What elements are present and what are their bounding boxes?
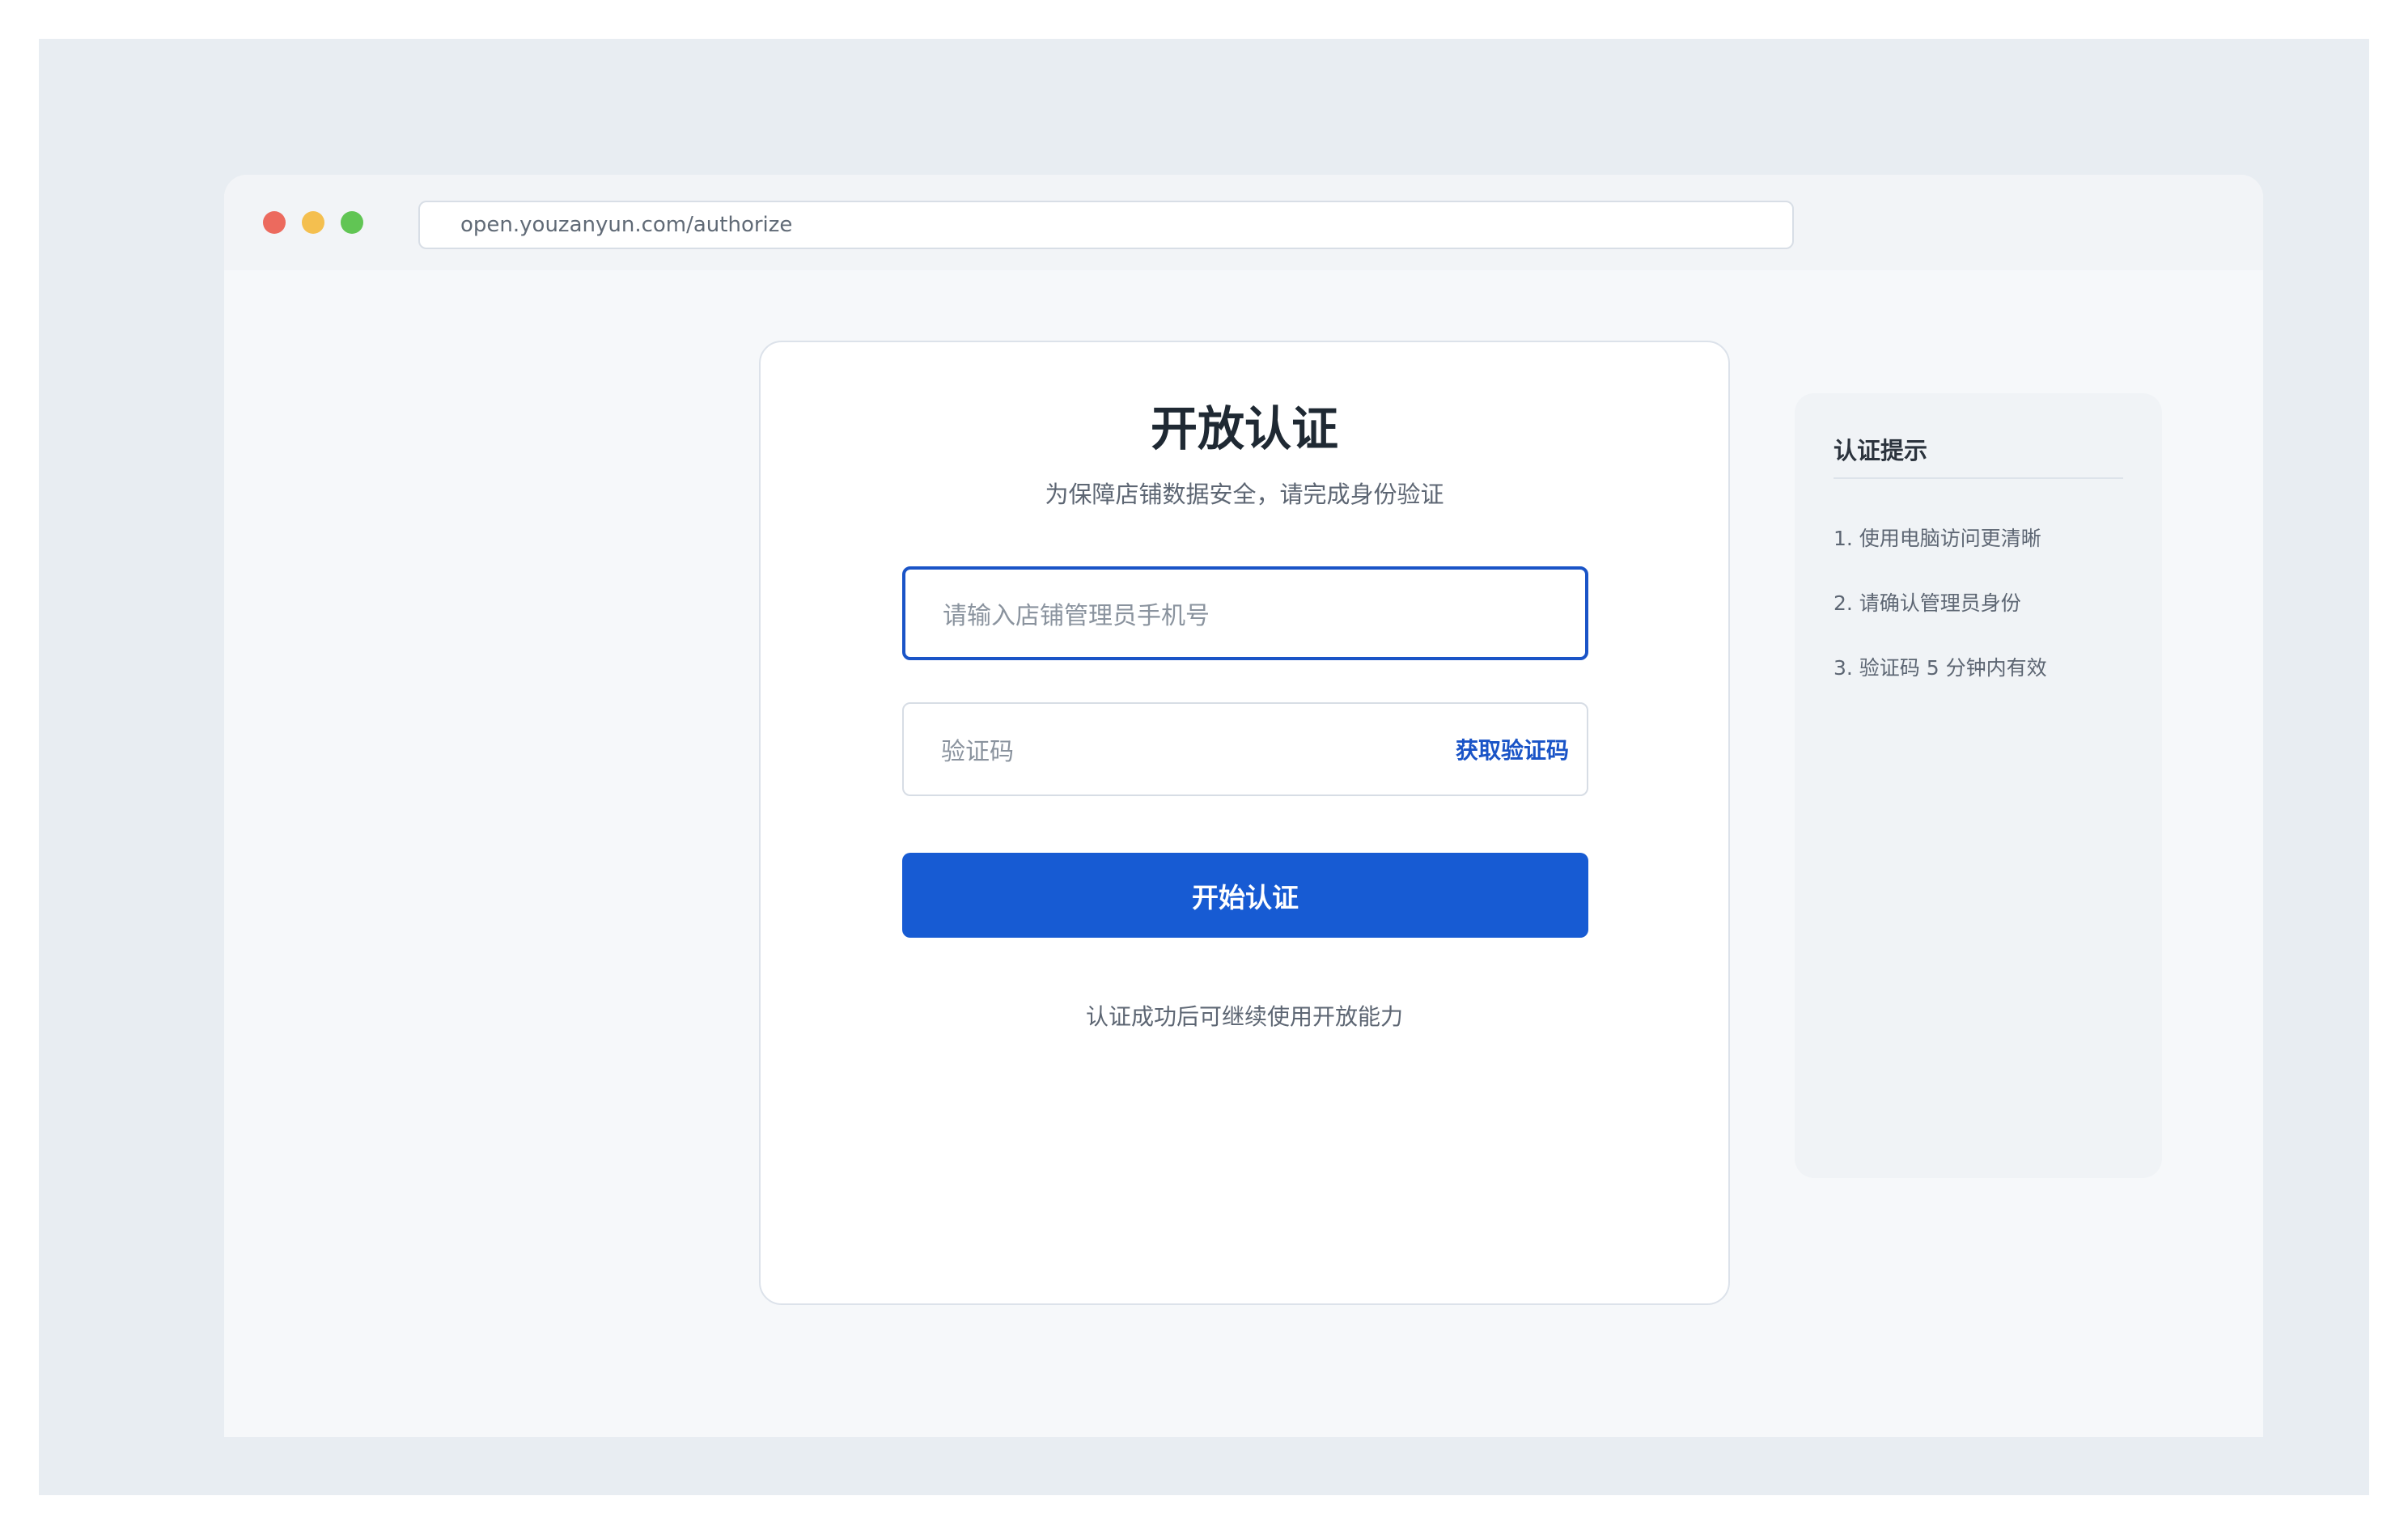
- page-title: 开放认证: [1150, 401, 1338, 456]
- start-auth-button[interactable]: 开始认证: [902, 853, 1588, 938]
- desktop-backdrop: open.youzanyun.com/authorize 开放认证 为保障店铺数…: [39, 39, 2369, 1495]
- phone-input[interactable]: 请输入店铺管理员手机号: [902, 566, 1588, 660]
- verification-code-input[interactable]: 验证码 获取验证码: [902, 702, 1588, 796]
- minimize-window-dot[interactable]: [302, 211, 324, 234]
- tip-item: 3. 验证码 5 分钟内有效: [1834, 656, 2047, 680]
- footnote-text: 认证成功后可继续使用开放能力: [1085, 1003, 1403, 1030]
- page-subtitle: 为保障店铺数据安全，请完成身份验证: [1045, 481, 1444, 508]
- tips-title: 认证提示: [1834, 437, 1928, 464]
- browser-titlebar: open.youzanyun.com/authorize: [224, 175, 2263, 270]
- phone-input-placeholder: 请输入店铺管理员手机号: [943, 602, 1210, 630]
- browser-window: open.youzanyun.com/authorize 开放认证 为保障店铺数…: [224, 175, 2263, 1437]
- tips-divider: [1834, 477, 2123, 479]
- tip-item: 2. 请确认管理员身份: [1834, 591, 2021, 615]
- maximize-window-dot[interactable]: [341, 211, 363, 234]
- verification-code-placeholder: 验证码: [941, 738, 1014, 766]
- close-window-dot[interactable]: [263, 211, 286, 234]
- get-code-button[interactable]: 获取验证码: [1456, 704, 1569, 795]
- tips-panel: 认证提示 1. 使用电脑访问更清晰 2. 请确认管理员身份 3. 验证码 5 分…: [1795, 393, 2162, 1178]
- auth-card: 开放认证 为保障店铺数据安全，请完成身份验证 请输入店铺管理员手机号 验证码 获…: [759, 341, 1730, 1305]
- address-bar-url: open.youzanyun.com/authorize: [460, 213, 793, 237]
- tip-item: 1. 使用电脑访问更清晰: [1834, 527, 2041, 550]
- address-bar[interactable]: open.youzanyun.com/authorize: [418, 201, 1794, 249]
